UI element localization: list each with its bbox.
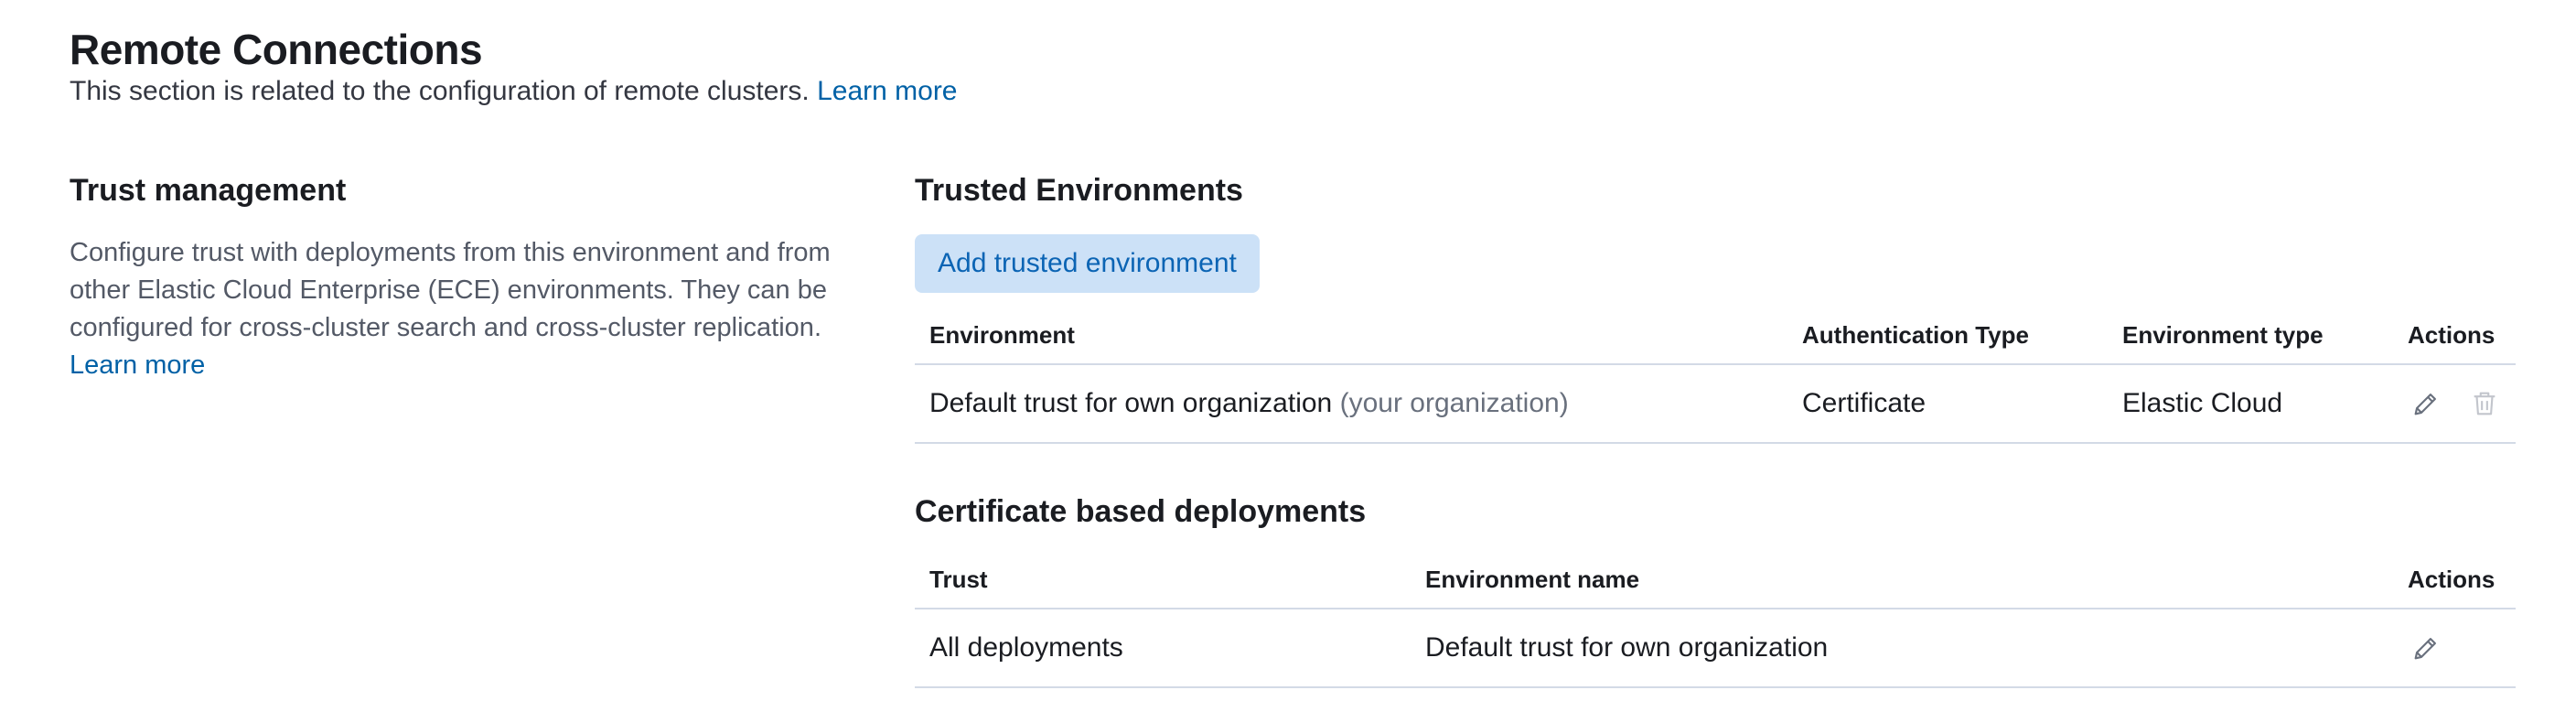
header-learn-more-link[interactable]: Learn more [817, 76, 957, 106]
subtitle-text: This section is related to the configura… [70, 76, 810, 106]
pencil-icon [2414, 394, 2436, 415]
trust-management-title: Trust management [70, 173, 347, 208]
table-row: All deployments Default trust for own or… [915, 609, 2516, 688]
actions-cell [2393, 364, 2516, 444]
actions-cell [2393, 609, 2516, 688]
trusted-environments-title: Trusted Environments [915, 173, 1243, 208]
trust-learn-more-link[interactable]: Learn more [70, 347, 205, 384]
environment-note: (your organization) [1339, 388, 1569, 418]
edit-button[interactable] [2408, 385, 2444, 422]
trust-cell: All deployments [915, 609, 1411, 688]
column-header-actions: Actions [2393, 552, 2516, 609]
column-header-environment-name[interactable]: Environment name [1411, 552, 2393, 609]
auth-type-cell: Certificate [1787, 364, 2108, 444]
edit-button[interactable] [2408, 630, 2444, 666]
pencil-icon [2414, 638, 2436, 660]
table-row: Default trust for own organization (your… [915, 364, 2516, 444]
trusted-environments-section: Trusted Environments Add trusted environ… [915, 170, 2516, 688]
trusted-environments-table: Environment Authentication Type Environm… [915, 307, 2516, 444]
column-header-trust[interactable]: Trust [915, 552, 1411, 609]
trust-management-description: Configure trust with deployments from th… [70, 234, 875, 384]
environment-name: Default trust for own organization [929, 388, 1333, 418]
table-header-row: Environment Authentication Type Environm… [915, 307, 2516, 365]
certificate-deployments-table: Trust Environment name Actions All deplo… [915, 552, 2516, 688]
environment-name-cell: Default trust for own organization [1411, 609, 2393, 688]
column-header-environment-type[interactable]: Environment type [2108, 307, 2393, 365]
certificate-deployments-title: Certificate based deployments [915, 494, 1367, 529]
table-header-row: Trust Environment name Actions [915, 552, 2516, 609]
delete-button[interactable] [2466, 385, 2503, 422]
add-trusted-environment-button[interactable]: Add trusted environment [915, 234, 1260, 293]
trash-icon [2474, 392, 2496, 415]
column-header-environment[interactable]: Environment [915, 307, 1787, 365]
page-subtitle: This section is related to the configura… [70, 73, 958, 110]
page-title: Remote Connections [70, 26, 483, 73]
trust-management-section: Trust management Configure trust with de… [70, 170, 875, 384]
column-header-authentication-type[interactable]: Authentication Type [1787, 307, 2108, 365]
column-header-actions: Actions [2393, 307, 2516, 365]
trust-description-text: Configure trust with deployments from th… [70, 238, 831, 342]
env-type-cell: Elastic Cloud [2108, 364, 2393, 444]
environment-cell: Default trust for own organization (your… [915, 364, 1787, 444]
